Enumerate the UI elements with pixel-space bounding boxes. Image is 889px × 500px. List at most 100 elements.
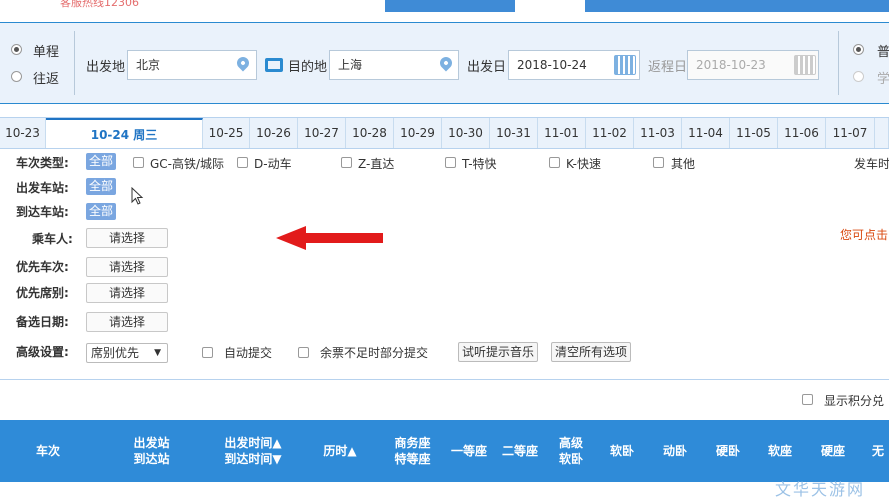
auto-submit-label: 自动提交 [224, 346, 273, 360]
col-train-no[interactable]: 车次 [0, 420, 96, 482]
date-tab[interactable]: 10-23 [0, 118, 46, 148]
col-duration[interactable]: 历时▲ [299, 420, 381, 482]
col-hard-seat: 硬座 [820, 444, 845, 458]
date-tab[interactable]: 10-26 [250, 118, 298, 148]
date-tab-active[interactable]: 10-24 周三 [46, 118, 203, 148]
col-premium-sleeper: 高级 软卧 [558, 436, 583, 466]
advanced-select[interactable]: 席别优先 ▼ [86, 343, 168, 363]
checkbox-auto-submit[interactable] [202, 347, 213, 358]
divider [74, 31, 75, 95]
date-tab[interactable]: 11-07 [826, 118, 875, 148]
advanced-label: 高级设置: [16, 345, 69, 359]
radio-ticket-normal[interactable] [853, 44, 864, 55]
hotline-text: 客服热线12306 [60, 0, 139, 9]
pref-train-select-button[interactable]: 请选择 [86, 257, 168, 277]
divider [838, 31, 839, 95]
option-t: T-特快 [462, 157, 497, 171]
watermark: 文华天游网 [775, 480, 866, 499]
search-bar: 单程 往返 出发地 北京 目的地 上海 出发日 2018-10-24 返程日 2… [0, 22, 889, 104]
date-tab[interactable]: 10-29 [394, 118, 442, 148]
date-tab[interactable]: 10-25 [203, 118, 250, 148]
result-table-header: 车次 出发站 到达站 出发时间▲ 到达时间▼ 历时▲ 商务座 特等座 一等座 二等座 … [0, 420, 889, 482]
label-round-trip: 往返 [33, 72, 60, 87]
col-no-seat: 无 [872, 444, 885, 458]
train-type-all[interactable]: 全部 [86, 153, 117, 170]
date-tab[interactable]: 11-03 [634, 118, 682, 148]
label-ticket-student: 学 [877, 72, 889, 87]
option-gc: GC-高铁/城际 [150, 157, 225, 171]
divider [0, 379, 889, 380]
radio-ticket-student[interactable] [853, 71, 864, 82]
mouse-cursor-icon [131, 187, 144, 205]
calendar-icon[interactable] [794, 55, 816, 75]
checkbox-k[interactable] [549, 157, 560, 168]
alt-date-label: 备选日期: [16, 315, 69, 329]
music-button[interactable]: 试听提示音乐 [458, 342, 539, 362]
col-second-class: 二等座 [501, 444, 538, 458]
option-other: 其他 [671, 157, 696, 171]
col-business: 商务座 特等座 [394, 436, 431, 466]
col-soft-seat: 软座 [767, 444, 792, 458]
date-tab[interactable]: 10-31 [490, 118, 538, 148]
pref-seat-select-button[interactable]: 请选择 [86, 283, 168, 303]
col-stations[interactable]: 出发站 到达站 [96, 420, 207, 482]
to-value: 上海 [338, 58, 363, 72]
chevron-down-icon: ▼ [154, 348, 161, 358]
pref-train-label: 优先车次: [16, 260, 69, 274]
to-label: 目的地 [288, 60, 328, 75]
date-tab[interactable]: 11-04 [682, 118, 730, 148]
checkbox-d[interactable] [237, 157, 248, 168]
swap-icon[interactable] [265, 58, 283, 72]
col-emu-sleeper: 动卧 [662, 444, 687, 458]
table-body-top [0, 482, 889, 500]
clear-all-button[interactable]: 清空所有选项 [551, 342, 632, 362]
label-ticket-normal: 普 [877, 45, 889, 60]
return-date-label: 返程日 [648, 60, 688, 75]
checkbox-z[interactable] [341, 157, 352, 168]
nav-bar [385, 0, 889, 12]
date-tab-partial[interactable] [875, 118, 889, 148]
date-tab[interactable]: 10-28 [346, 118, 394, 148]
return-date-value: 2018-10-23 [696, 58, 766, 72]
date-tab[interactable]: 10-30 [442, 118, 490, 148]
nav-active-tab[interactable] [515, 0, 585, 12]
to-station-label: 到达车站: [16, 205, 69, 219]
date-tab[interactable]: 11-05 [730, 118, 778, 148]
train-type-label: 车次类型: [16, 156, 69, 170]
checkbox-partial-submit[interactable] [298, 347, 309, 358]
calendar-icon[interactable] [614, 55, 636, 75]
option-z: Z-直达 [358, 157, 395, 171]
hint-text: 您可点击 [840, 228, 889, 242]
to-station-all[interactable]: 全部 [86, 203, 117, 220]
passenger-label: 乘车人: [32, 232, 73, 246]
from-value: 北京 [136, 58, 161, 72]
red-arrow-icon [276, 226, 383, 250]
depart-time-label: 发车时 [854, 157, 889, 171]
label-one-way: 单程 [33, 45, 60, 60]
date-tab[interactable]: 11-06 [778, 118, 826, 148]
radio-one-way[interactable] [11, 44, 22, 55]
checkbox-other[interactable] [653, 157, 664, 168]
show-points-label: 显示积分兑 [824, 394, 885, 408]
date-tab[interactable]: 11-02 [586, 118, 634, 148]
checkbox-t[interactable] [445, 157, 456, 168]
option-d: D-动车 [254, 157, 292, 171]
col-times[interactable]: 出发时间▲ 到达时间▼ [207, 420, 299, 482]
pref-seat-label: 优先席别: [16, 286, 69, 300]
depart-date-label: 出发日 [467, 60, 507, 75]
col-hard-sleeper: 硬卧 [715, 444, 740, 458]
col-first-class: 一等座 [450, 444, 487, 458]
date-strip: 10-23 10-24 周三 10-25 10-26 10-27 10-28 1… [0, 117, 889, 149]
alt-date-select-button[interactable]: 请选择 [86, 312, 168, 332]
date-tab[interactable]: 10-27 [298, 118, 346, 148]
from-label: 出发地 [86, 60, 126, 75]
from-station-all[interactable]: 全部 [86, 178, 117, 195]
checkbox-show-points[interactable] [802, 394, 813, 405]
passenger-select-button[interactable]: 请选择 [86, 228, 168, 248]
radio-round-trip[interactable] [11, 71, 22, 82]
option-k: K-快速 [566, 157, 601, 171]
checkbox-gc[interactable] [133, 157, 144, 168]
partial-submit-label: 余票不足时部分提交 [320, 346, 429, 360]
date-tab[interactable]: 11-01 [538, 118, 586, 148]
col-soft-sleeper: 软卧 [609, 444, 634, 458]
